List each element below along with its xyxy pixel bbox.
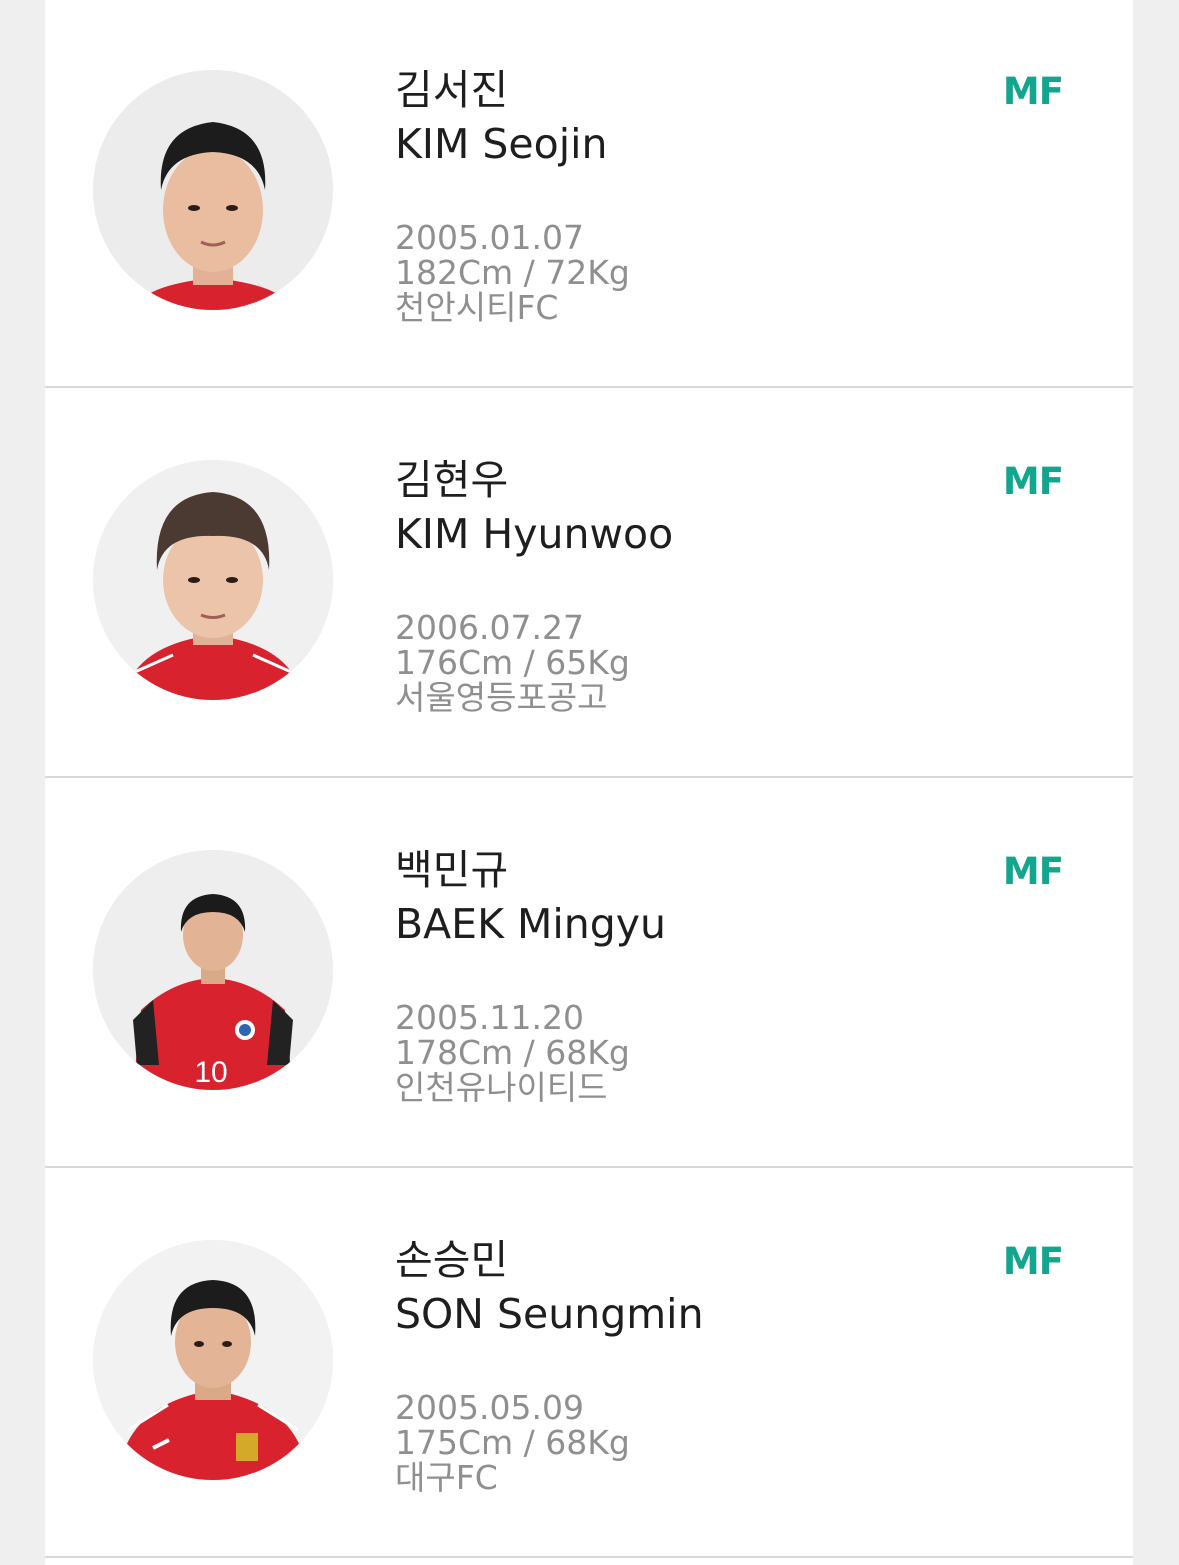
player-name-english: KIM Hyunwoo [395,510,674,558]
player-name-korean: 손승민 [395,1236,509,1284]
player-birthdate: 2005.11.20 [395,998,584,1037]
jersey-number: 10 [194,1056,227,1089]
player-team: 천안시티FC [395,288,559,327]
player-position-badge: MF [1002,1240,1064,1283]
player-name-english: KIM Seojin [395,120,608,168]
player-name-korean: 김서진 [395,66,509,114]
player-list: 김서진 KIM Seojin 2005.01.07 182Cm / 72Kg 천… [45,0,1133,1565]
player-position-badge: MF [1002,850,1064,893]
player-name-english: BAEK Mingyu [395,900,667,948]
player-team: 대구FC [395,1458,498,1497]
player-birthdate: 2005.05.09 [395,1388,584,1427]
player-birthdate: 2005.01.07 [395,218,584,257]
player-card[interactable]: 김서진 KIM Seojin 2005.01.07 182Cm / 72Kg 천… [45,0,1133,388]
player-birthdate: 2006.07.27 [395,608,584,647]
player-card[interactable]: 김현우 KIM Hyunwoo 2006.07.27 176Cm / 65Kg … [45,390,1133,778]
player-position-badge: MF [1002,460,1064,503]
player-team: 인천유나이티드 [395,1068,608,1107]
player-height-weight: 176Cm / 65Kg [395,643,630,682]
player-photo [93,460,333,700]
player-team: 서울영등포공고 [395,678,608,717]
player-height-weight: 178Cm / 68Kg [395,1033,630,1072]
player-card[interactable]: 10 백민규 BAEK Mingyu 2005.11.20 178Cm / 68… [45,780,1133,1168]
player-name-korean: 김현우 [395,456,509,504]
player-card[interactable]: 손승민 SON Seungmin 2005.05.09 175Cm / 68Kg… [45,1170,1133,1558]
player-name-english: SON Seungmin [395,1290,704,1338]
player-height-weight: 182Cm / 72Kg [395,253,630,292]
player-position-badge: MF [1002,70,1064,113]
player-name-korean: 백민규 [395,846,509,894]
player-photo: 10 [93,850,333,1090]
player-height-weight: 175Cm / 68Kg [395,1423,630,1462]
player-photo [93,70,333,310]
player-photo [93,1240,333,1480]
